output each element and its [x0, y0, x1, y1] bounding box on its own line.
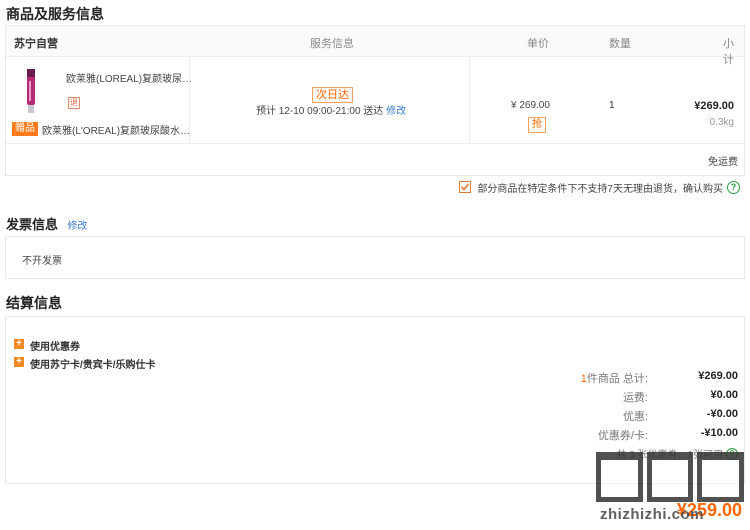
total-value: ¥269.00 [698, 370, 738, 382]
invoice-panel: 不开发票 [5, 236, 745, 279]
watermark-logo [596, 452, 745, 502]
return-policy-icon: 退 [68, 97, 80, 109]
header-quantity: 数量 [609, 38, 631, 50]
quantity-value: 1 [609, 100, 615, 111]
use-coupon-label[interactable]: 使用优惠券 [30, 338, 80, 353]
delivery-modify-link[interactable]: 修改 [386, 106, 406, 117]
unit-price: ¥ 269.00 [511, 100, 550, 111]
invoice-title: 发票信息 [6, 217, 59, 232]
section-goods-title: 商品及服务信息 [6, 6, 104, 22]
product-name[interactable]: 欧莱雅(LOREAL)复颜玻尿… [66, 70, 192, 85]
discount-label: 优惠: [622, 411, 648, 423]
total-label: 1件商品 总计: [581, 370, 648, 386]
settlement-title: 结算信息 [6, 295, 62, 311]
delivery-estimate: 预计 12-10 09:00-21:00 送达 修改 [256, 102, 406, 117]
next-day-tag: 次日达 [312, 87, 353, 103]
gift-tag: 赠品 [12, 122, 38, 136]
coupon-card-label: 优惠券/卡: [597, 430, 648, 442]
watermark: zhizhizhi.com [596, 452, 746, 526]
freight-value: ¥0.00 [710, 389, 738, 401]
invoice-value: 不开发票 [22, 256, 62, 267]
return-policy-text: 部分商品在特定条件下不支持7天无理由退货，确认购买 [477, 183, 723, 195]
help-icon[interactable]: ? [727, 180, 740, 194]
header-unit-price: 单价 [527, 38, 549, 50]
goods-panel: 苏宁自营 服务信息 单价 数量 小计 欧莱雅(LOREAL)复颜玻尿… 退 次日… [5, 25, 745, 176]
item-weight: 0.3kg [709, 117, 734, 128]
use-card-label[interactable]: 使用苏宁卡/贵宾卡/乐购仕卡 [30, 356, 156, 371]
expand-card-icon[interactable]: + [14, 357, 24, 367]
expand-coupon-icon[interactable]: + [14, 339, 24, 349]
table-header: 苏宁自营 服务信息 单价 数量 小计 [6, 26, 744, 66]
total-label-text: 件商品 总计: [586, 373, 648, 385]
shipping-note: 免运费 [708, 157, 738, 168]
watermark-text: zhizhizhi.com [600, 506, 704, 523]
tube-icon [27, 69, 35, 113]
return-policy-row: 部分商品在特定条件下不支持7天无理由退货，确认购买 ? [459, 180, 740, 195]
item-subtotal: ¥269.00 [694, 100, 734, 112]
shop-name: 苏宁自营 [14, 38, 58, 50]
row-divider [6, 143, 744, 144]
check-icon [461, 183, 470, 191]
discount-value: -¥0.00 [706, 408, 738, 420]
gift-name[interactable]: 欧莱雅(L'OREAL)复颜玻尿酸水… [42, 122, 190, 137]
product-thumbnail[interactable] [20, 67, 42, 117]
cell-divider [469, 57, 470, 143]
freight-label: 运费: [622, 392, 648, 404]
delivery-text: 预计 12-10 09:00-21:00 送达 [256, 106, 384, 117]
invoice-header: 发票信息 修改 [6, 214, 87, 233]
header-service: 服务信息 [310, 38, 354, 50]
confirm-checkbox[interactable] [459, 181, 472, 193]
coupon-card-value: -¥10.00 [700, 427, 738, 439]
invoice-modify-link[interactable]: 修改 [67, 221, 87, 232]
flash-sale-tag: 抢 [528, 117, 546, 133]
